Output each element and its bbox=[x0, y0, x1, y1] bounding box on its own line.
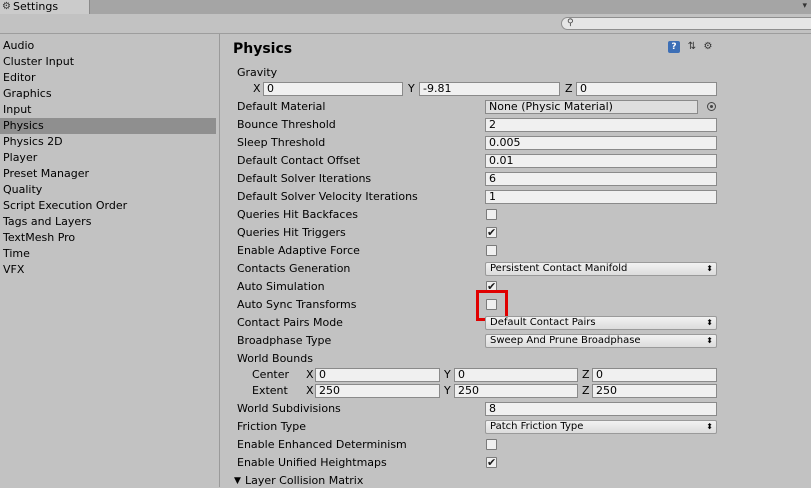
world-subdivisions-field[interactable]: 8 bbox=[485, 402, 717, 416]
settings-tab-label: Settings bbox=[12, 0, 59, 13]
dropdown-arrows-icon: ⬍ bbox=[706, 336, 713, 345]
help-icon[interactable]: ? bbox=[668, 41, 680, 53]
gravity-x-field[interactable]: 0 bbox=[263, 82, 403, 96]
broadphase-type-value: Sweep And Prune Broadphase bbox=[490, 335, 641, 346]
contacts-generation-value: Persistent Contact Manifold bbox=[490, 263, 628, 274]
center-y-label: Y bbox=[444, 368, 451, 381]
window-menu-icon[interactable]: ▾ bbox=[802, 1, 807, 11]
extent-z-label: Z bbox=[582, 384, 590, 397]
foldout-arrow-icon[interactable]: ▼ bbox=[234, 474, 241, 488]
sidebar-item-textmesh-pro[interactable]: TextMesh Pro bbox=[0, 230, 216, 246]
gravity-y-label: Y bbox=[408, 82, 415, 95]
settings-tab[interactable]: ⚙ Settings bbox=[0, 0, 90, 14]
object-picker-icon[interactable] bbox=[707, 102, 716, 111]
settings-gear-icon: ⚙ bbox=[2, 1, 11, 12]
center-x-label: X bbox=[306, 368, 314, 381]
sidebar-item-graphics[interactable]: Graphics bbox=[0, 86, 216, 102]
center-y-field[interactable]: 0 bbox=[454, 368, 578, 382]
sidebar-item-preset-manager[interactable]: Preset Manager bbox=[0, 166, 216, 182]
sidebar-item-tags-and-layers[interactable]: Tags and Layers bbox=[0, 214, 216, 230]
default-contact-offset-field[interactable]: 0.01 bbox=[485, 154, 717, 168]
broadphase-type-label: Broadphase Type bbox=[237, 334, 332, 347]
sleep-threshold-label: Sleep Threshold bbox=[237, 136, 326, 149]
sidebar-item-quality[interactable]: Quality bbox=[0, 182, 216, 198]
extent-label: Extent bbox=[252, 384, 288, 397]
default-solver-iterations-field[interactable]: 6 bbox=[485, 172, 717, 186]
contact-pairs-mode-dropdown[interactable]: Default Contact Pairs ⬍ bbox=[485, 316, 717, 330]
window-tab-strip: ⚙ Settings ▾ bbox=[0, 0, 811, 14]
sidebar-item-editor[interactable]: Editor bbox=[0, 70, 216, 86]
sidebar-item-vfx[interactable]: VFX bbox=[0, 262, 216, 278]
dropdown-arrows-icon: ⬍ bbox=[706, 422, 713, 431]
sidebar-item-input[interactable]: Input bbox=[0, 102, 216, 118]
auto-simulation-label: Auto Simulation bbox=[237, 280, 325, 293]
extent-y-field[interactable]: 250 bbox=[454, 384, 578, 398]
settings-gear-icon[interactable]: ⚙ bbox=[702, 41, 714, 53]
enable-enhanced-determinism-checkbox[interactable] bbox=[486, 439, 497, 450]
sidebar-item-time[interactable]: Time bbox=[0, 246, 216, 262]
center-x-field[interactable]: 0 bbox=[315, 368, 440, 382]
gravity-label: Gravity bbox=[237, 66, 278, 79]
gravity-z-label: Z bbox=[565, 82, 573, 95]
enable-unified-heightmaps-checkbox[interactable]: ✔ bbox=[486, 457, 497, 468]
presets-icon[interactable]: ⇅ bbox=[686, 41, 698, 53]
gravity-x-label: X bbox=[253, 82, 261, 95]
dropdown-arrows-icon: ⬍ bbox=[706, 318, 713, 327]
search-input[interactable]: ⚲ bbox=[561, 17, 811, 30]
physics-settings-panel: Physics ? ⇅ ⚙ Gravity X 0 Y -9.81 Z 0 De… bbox=[220, 34, 811, 487]
enable-enhanced-determinism-label: Enable Enhanced Determinism bbox=[237, 438, 407, 451]
sidebar-item-player[interactable]: Player bbox=[0, 150, 216, 166]
settings-sidebar: Audio Cluster Input Editor Graphics Inpu… bbox=[0, 34, 219, 487]
contact-pairs-mode-label: Contact Pairs Mode bbox=[237, 316, 343, 329]
center-z-label: Z bbox=[582, 368, 590, 381]
bounce-threshold-label: Bounce Threshold bbox=[237, 118, 336, 131]
page-title: Physics bbox=[233, 41, 293, 57]
enable-adaptive-force-label: Enable Adaptive Force bbox=[237, 244, 360, 257]
world-subdivisions-label: World Subdivisions bbox=[237, 402, 341, 415]
default-solver-velocity-iterations-label: Default Solver Velocity Iterations bbox=[237, 190, 418, 203]
sidebar-item-physics[interactable]: Physics bbox=[0, 118, 216, 134]
gravity-y-field[interactable]: -9.81 bbox=[419, 82, 560, 96]
queries-hit-backfaces-checkbox[interactable] bbox=[486, 209, 497, 220]
queries-hit-backfaces-label: Queries Hit Backfaces bbox=[237, 208, 358, 221]
sidebar-item-cluster-input[interactable]: Cluster Input bbox=[0, 54, 216, 70]
enable-adaptive-force-checkbox[interactable] bbox=[486, 245, 497, 256]
search-icon: ⚲ bbox=[567, 18, 574, 28]
enable-unified-heightmaps-label: Enable Unified Heightmaps bbox=[237, 456, 387, 469]
dropdown-arrows-icon: ⬍ bbox=[706, 264, 713, 273]
broadphase-type-dropdown[interactable]: Sweep And Prune Broadphase ⬍ bbox=[485, 334, 717, 348]
extent-x-label: X bbox=[306, 384, 314, 397]
friction-type-label: Friction Type bbox=[237, 420, 306, 433]
sidebar-item-physics-2d[interactable]: Physics 2D bbox=[0, 134, 216, 150]
bounce-threshold-field[interactable]: 2 bbox=[485, 118, 717, 132]
extent-z-field[interactable]: 250 bbox=[592, 384, 717, 398]
auto-sync-transforms-label: Auto Sync Transforms bbox=[237, 298, 357, 311]
queries-hit-triggers-checkbox[interactable]: ✔ bbox=[486, 227, 497, 238]
layer-collision-matrix-foldout[interactable]: Layer Collision Matrix bbox=[245, 474, 363, 488]
queries-hit-triggers-label: Queries Hit Triggers bbox=[237, 226, 346, 239]
default-solver-velocity-iterations-field[interactable]: 1 bbox=[485, 190, 717, 204]
default-contact-offset-label: Default Contact Offset bbox=[237, 154, 361, 167]
gravity-z-field[interactable]: 0 bbox=[576, 82, 717, 96]
friction-type-value: Patch Friction Type bbox=[490, 421, 584, 432]
sleep-threshold-field[interactable]: 0.005 bbox=[485, 136, 717, 150]
contact-pairs-mode-value: Default Contact Pairs bbox=[490, 317, 596, 328]
search-bar: ⚲ bbox=[0, 14, 811, 34]
center-z-field[interactable]: 0 bbox=[592, 368, 717, 382]
contacts-generation-label: Contacts Generation bbox=[237, 262, 351, 275]
default-material-field[interactable]: None (Physic Material) bbox=[485, 100, 698, 114]
sidebar-item-script-execution-order[interactable]: Script Execution Order bbox=[0, 198, 216, 214]
extent-x-field[interactable]: 250 bbox=[315, 384, 440, 398]
friction-type-dropdown[interactable]: Patch Friction Type ⬍ bbox=[485, 420, 717, 434]
sidebar-item-audio[interactable]: Audio bbox=[0, 38, 216, 54]
extent-y-label: Y bbox=[444, 384, 451, 397]
contacts-generation-dropdown[interactable]: Persistent Contact Manifold ⬍ bbox=[485, 262, 717, 276]
default-material-label: Default Material bbox=[237, 100, 326, 113]
center-label: Center bbox=[252, 368, 290, 381]
world-bounds-label: World Bounds bbox=[237, 352, 313, 365]
default-solver-iterations-label: Default Solver Iterations bbox=[237, 172, 372, 185]
